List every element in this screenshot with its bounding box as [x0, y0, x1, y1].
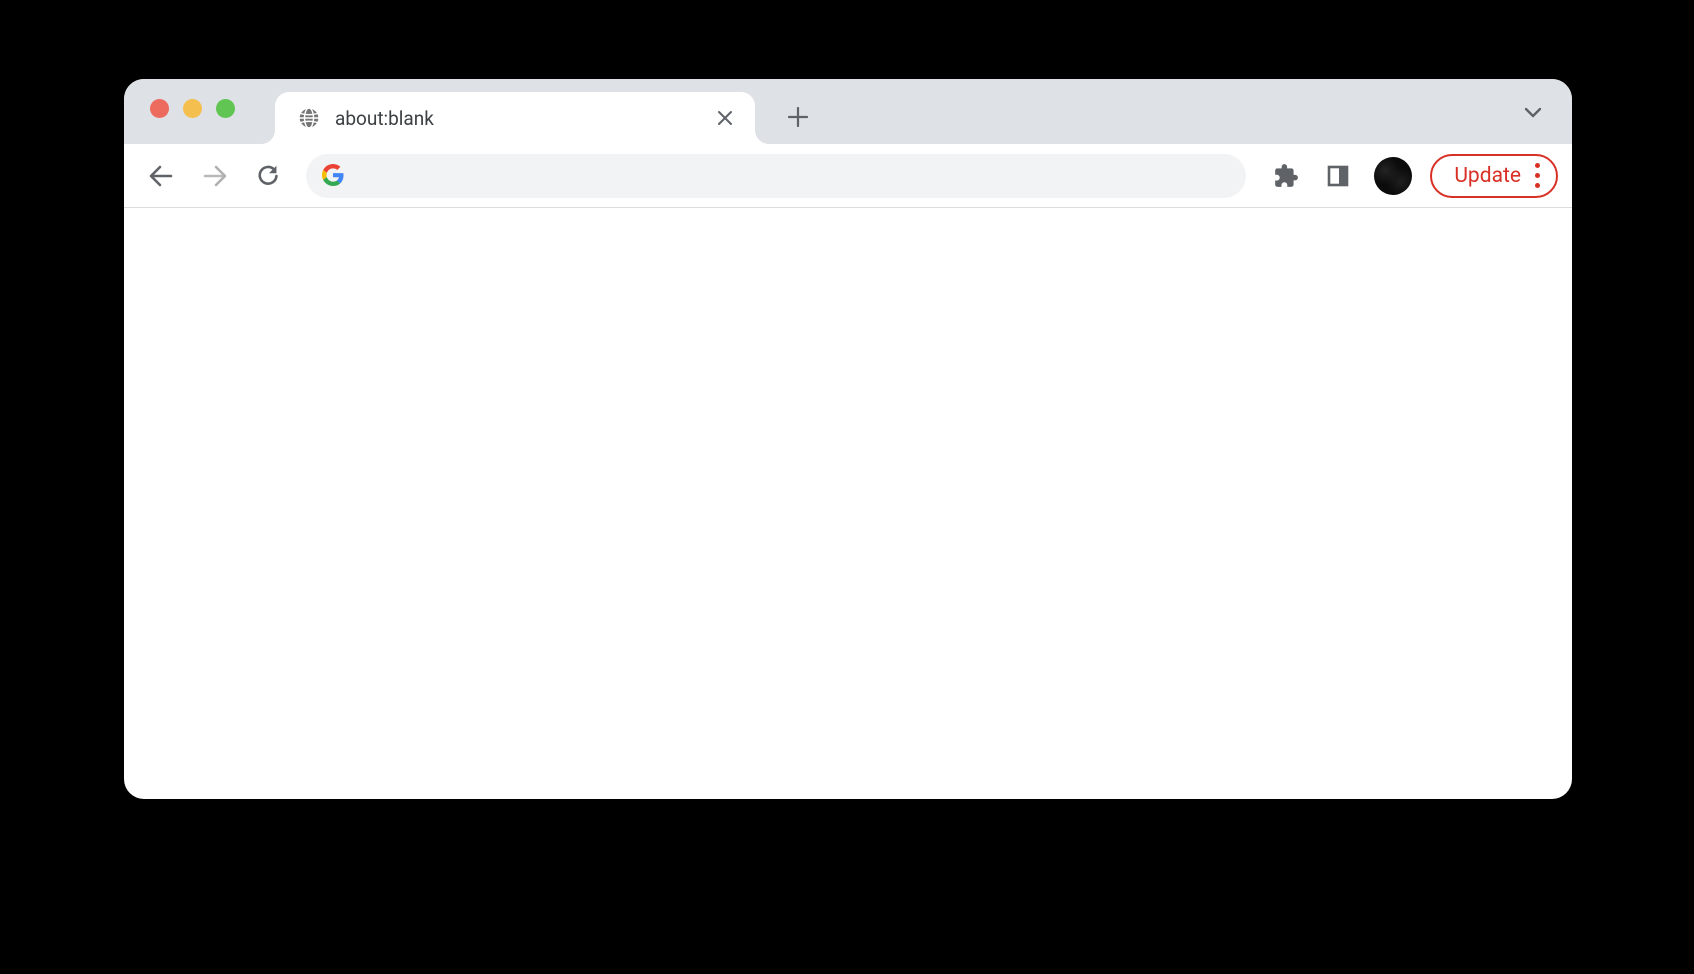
update-button[interactable]: Update: [1430, 154, 1558, 198]
reload-button[interactable]: [246, 153, 292, 199]
minimize-window-button[interactable]: [183, 99, 202, 118]
back-button[interactable]: [138, 153, 184, 199]
forward-button[interactable]: [192, 153, 238, 199]
plus-icon: [788, 107, 808, 127]
tab-strip: about:blank: [124, 79, 1572, 144]
panel-icon: [1326, 164, 1350, 188]
browser-window: about:blank: [124, 79, 1572, 799]
window-controls: [124, 79, 235, 144]
browser-tab[interactable]: about:blank: [275, 92, 755, 144]
profile-avatar[interactable]: [1374, 157, 1412, 195]
tabs-dropdown-button[interactable]: [1512, 91, 1554, 133]
chevron-down-icon: [1523, 102, 1543, 122]
arrow-left-icon: [147, 162, 175, 190]
address-input[interactable]: [360, 165, 1230, 186]
address-bar[interactable]: [306, 154, 1246, 198]
update-label: Update: [1454, 164, 1521, 188]
close-window-button[interactable]: [150, 99, 169, 118]
close-icon: [717, 110, 733, 126]
more-vertical-icon: [1535, 163, 1540, 188]
new-tab-button[interactable]: [777, 96, 819, 138]
toolbar: Update: [124, 144, 1572, 208]
side-panel-button[interactable]: [1316, 154, 1360, 198]
google-icon: [322, 164, 346, 188]
extensions-button[interactable]: [1264, 154, 1308, 198]
reload-icon: [256, 163, 282, 189]
arrow-right-icon: [201, 162, 229, 190]
puzzle-icon: [1273, 163, 1299, 189]
maximize-window-button[interactable]: [216, 99, 235, 118]
tab-title: about:blank: [335, 107, 713, 130]
close-tab-button[interactable]: [713, 106, 737, 130]
globe-icon: [297, 106, 321, 130]
